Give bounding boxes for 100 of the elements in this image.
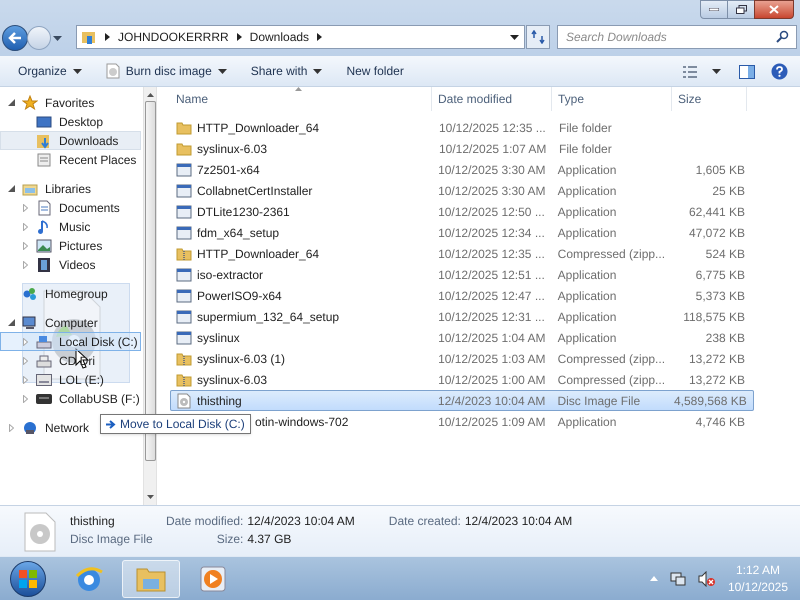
file-name: thisthing (70, 512, 116, 530)
breadcrumb-item[interactable]: Downloads (250, 28, 310, 46)
restore-icon (736, 5, 746, 14)
nav-item[interactable]: LOL (E:) (0, 370, 141, 390)
network-icon (22, 420, 38, 436)
nav-item[interactable]: Favorites (0, 93, 141, 112)
file-name: DTLite1230-2361 (197, 204, 290, 221)
type-cell-text: Application (556, 266, 618, 284)
column-header[interactable]: Date modified (432, 87, 552, 112)
nav-item[interactable]: Libraries (0, 179, 141, 198)
size-cell-text: 6,775 KB (694, 266, 746, 284)
network-icon[interactable] (670, 570, 686, 587)
nav-item[interactable]: Pictures (0, 236, 141, 256)
file-row[interactable]: syslinux 10/12/2025 1:04 AM Application 238 KB (170, 327, 754, 348)
collapsed-arrow-icon[interactable] (22, 394, 28, 403)
sort-arrow-icon (295, 87, 302, 92)
file-row[interactable]: thisthing 12/4/2023 10:04 AM Disc Image File 4,589,568 KB (170, 390, 754, 412)
file-row[interactable]: 7z2501-x64 10/12/2025 3:30 AM Application 1,605 KB (170, 159, 754, 180)
collapsed-arrow-icon[interactable] (22, 242, 28, 250)
nav-item[interactable]: CollabUSB (F:) (0, 389, 141, 408)
document-icon (36, 200, 52, 216)
file-row[interactable]: DTLite1230-2361 10/12/2025 12:50 ... Application 62,441 KB (170, 201, 754, 222)
file-row[interactable]: HTTP_Downloader_64 10/12/2025 12:35 ... File folder (170, 117, 754, 138)
file-row[interactable]: supermium_132_64_setup 10/12/2025 12:31 ... Application 118,575 KB (170, 306, 754, 328)
computer-icon (22, 314, 38, 331)
expanded-arrow-icon[interactable] (8, 185, 14, 192)
column-header[interactable]: Name (170, 87, 432, 112)
search-field[interactable]: Search Downloads (557, 25, 797, 49)
nav-item[interactable]: Desktop (0, 112, 141, 132)
dropdown-caret-icon (510, 34, 519, 40)
collapsed-arrow-icon[interactable] (22, 204, 28, 212)
taskbar-button[interactable] (122, 560, 180, 598)
folder-icon (176, 140, 192, 157)
toolbar-button[interactable]: New folder (336, 59, 414, 84)
expanded-arrow-icon[interactable] (8, 99, 14, 106)
application-icon (176, 330, 192, 346)
toolbar-button[interactable]: Burn disc image (96, 59, 237, 84)
application-icon (176, 266, 192, 283)
file-row[interactable]: HTTP_Downloader_64 10/12/2025 12:35 ... Compressed (zipp... 524 KB (170, 243, 754, 264)
collapsed-arrow-icon[interactable] (22, 338, 28, 346)
expanded-arrow-icon[interactable] (8, 319, 14, 326)
size-cell-text: 238 KB (704, 330, 746, 347)
type-cell-text: Compressed (zipp... (556, 372, 666, 389)
nav-item[interactable]: Videos (0, 255, 141, 274)
toolbar-button[interactable]: Share with (240, 59, 332, 84)
application-icon (176, 204, 192, 220)
date-cell-text: 12/4/2023 10:04 AM (436, 392, 546, 410)
disc-file-icon (22, 512, 58, 552)
type-cell-text: Application (556, 162, 618, 179)
close-button[interactable] (754, 0, 794, 19)
type-cell-text: Disc Image File (556, 392, 642, 410)
drive-icon (36, 372, 52, 388)
nav-item[interactable]: Homegroup (0, 284, 141, 304)
file-row[interactable]: syslinux-6.03 (1) 10/12/2025 1:03 AM Compressed (zipp... 13,272 KB (170, 348, 754, 370)
collapsed-arrow-icon[interactable] (8, 424, 14, 432)
collapsed-arrow-icon[interactable] (22, 222, 28, 231)
address-bar[interactable]: JOHNDOOKERRRR Downloads (76, 25, 525, 49)
nav-item[interactable]: Downloads (0, 131, 141, 150)
file-name: HTTP_Downloader_64 (197, 246, 320, 263)
windows-logo-icon (19, 570, 37, 588)
refresh-button[interactable] (526, 25, 550, 49)
maximize-button[interactable] (728, 0, 754, 19)
column-header[interactable]: Size (672, 87, 747, 112)
file-row[interactable]: CollabnetCertInstaller 10/12/2025 3:30 AM Application 25 KB (170, 180, 754, 202)
back-button[interactable] (2, 25, 28, 51)
nav-item[interactable]: Music (0, 217, 141, 236)
star-icon (22, 94, 38, 111)
collapsed-arrow-icon[interactable] (22, 376, 28, 384)
film-icon (36, 256, 52, 273)
file-name: syslinux-6.03 (1) (197, 350, 286, 368)
close-icon (769, 5, 779, 14)
column-header[interactable]: Type (552, 87, 672, 112)
file-row[interactable]: syslinux-6.03 10/12/2025 1:00 AM Compressed (zipp... 13,272 KB (170, 369, 754, 390)
application-icon (176, 182, 192, 199)
file-row[interactable]: fdm_x64_setup 10/12/2025 12:34 ... Application 47,072 KB (170, 222, 754, 244)
file-name: CollabnetCertInstaller (197, 182, 312, 200)
file-row[interactable]: iso-extractor 10/12/2025 12:51 ... Application 6,775 KB (170, 264, 754, 286)
size-cell-text: 4,746 KB (694, 414, 746, 431)
breadcrumb-arrow-icon (317, 33, 322, 41)
recent-places-icon (36, 152, 52, 168)
nav-item[interactable]: Computer (0, 313, 141, 332)
show-hidden-icons-icon[interactable] (650, 576, 658, 582)
file-type: Disc Image File (70, 530, 154, 548)
size-cell-text: 524 KB (704, 246, 746, 263)
breadcrumb-item[interactable]: JOHNDOOKERRRR (118, 28, 229, 46)
size-cell-text: 13,272 KB (688, 350, 746, 368)
collapsed-arrow-icon[interactable] (22, 260, 28, 269)
type-cell-text: Compressed (zipp... (556, 246, 666, 263)
refresh-icon (531, 30, 545, 44)
nav-item[interactable]: Documents (0, 198, 141, 218)
file-row[interactable]: syslinux-6.03 10/12/2025 1:07 AM File folder (170, 138, 754, 160)
file-row[interactable]: PowerISO9-x64 10/12/2025 12:47 ... Application 5,373 KB (170, 285, 754, 306)
minimize-button[interactable] (700, 0, 728, 19)
move-arrow-icon (106, 420, 116, 428)
muted-speaker-icon[interactable] (698, 570, 716, 587)
toolbar-button[interactable]: Organize (8, 59, 92, 84)
start-button[interactable] (10, 560, 46, 597)
nav-item[interactable]: Recent Places (0, 150, 141, 170)
type-cell-text: Application (556, 308, 618, 326)
collapsed-arrow-icon[interactable] (22, 356, 28, 365)
